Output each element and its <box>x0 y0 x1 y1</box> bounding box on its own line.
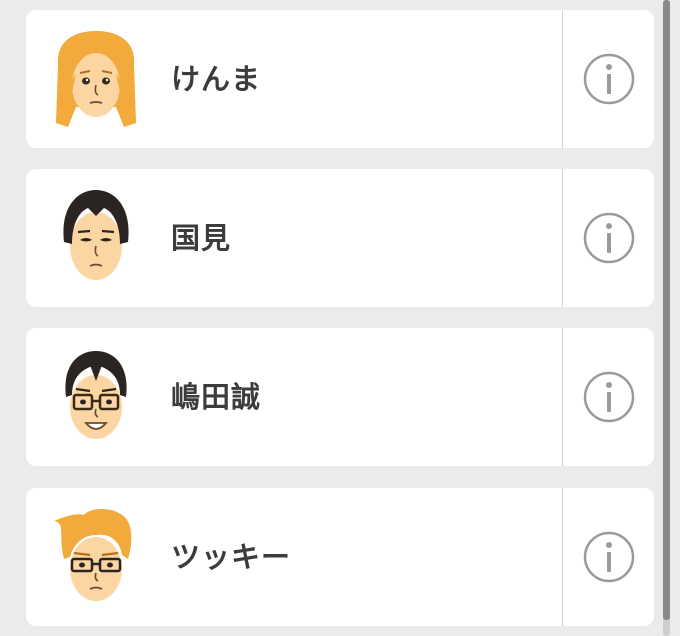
mii-info-button[interactable] <box>563 169 654 307</box>
info-icon <box>583 212 634 264</box>
scrollbar-track[interactable] <box>663 0 670 636</box>
blonde-long-hair-mii-avatar-icon <box>50 27 142 131</box>
mii-list-item[interactable]: 嶋田誠 <box>26 328 654 466</box>
info-icon <box>583 531 634 583</box>
mii-name: 国見 <box>171 221 232 255</box>
mii-info-button[interactable] <box>563 328 654 466</box>
mii-name: 嶋田誠 <box>171 380 262 414</box>
scrollbar-thumb[interactable] <box>663 0 670 620</box>
mii-list-item[interactable]: けんま <box>26 10 654 148</box>
dark-hair-glasses-mii-avatar-icon <box>50 345 142 449</box>
dark-bob-hair-mii-avatar-icon <box>50 186 142 290</box>
mii-list-item[interactable]: 国見 <box>26 169 654 307</box>
mii-name: ツッキー <box>171 540 292 574</box>
mii-info-button[interactable] <box>563 10 654 148</box>
info-icon <box>583 53 634 105</box>
mii-list-item[interactable]: ツッキー <box>26 488 654 626</box>
info-icon <box>583 371 634 423</box>
mii-name: けんま <box>171 62 262 96</box>
blonde-spiky-hair-glasses-mii-avatar-icon <box>50 505 142 609</box>
mii-info-button[interactable] <box>563 488 654 626</box>
